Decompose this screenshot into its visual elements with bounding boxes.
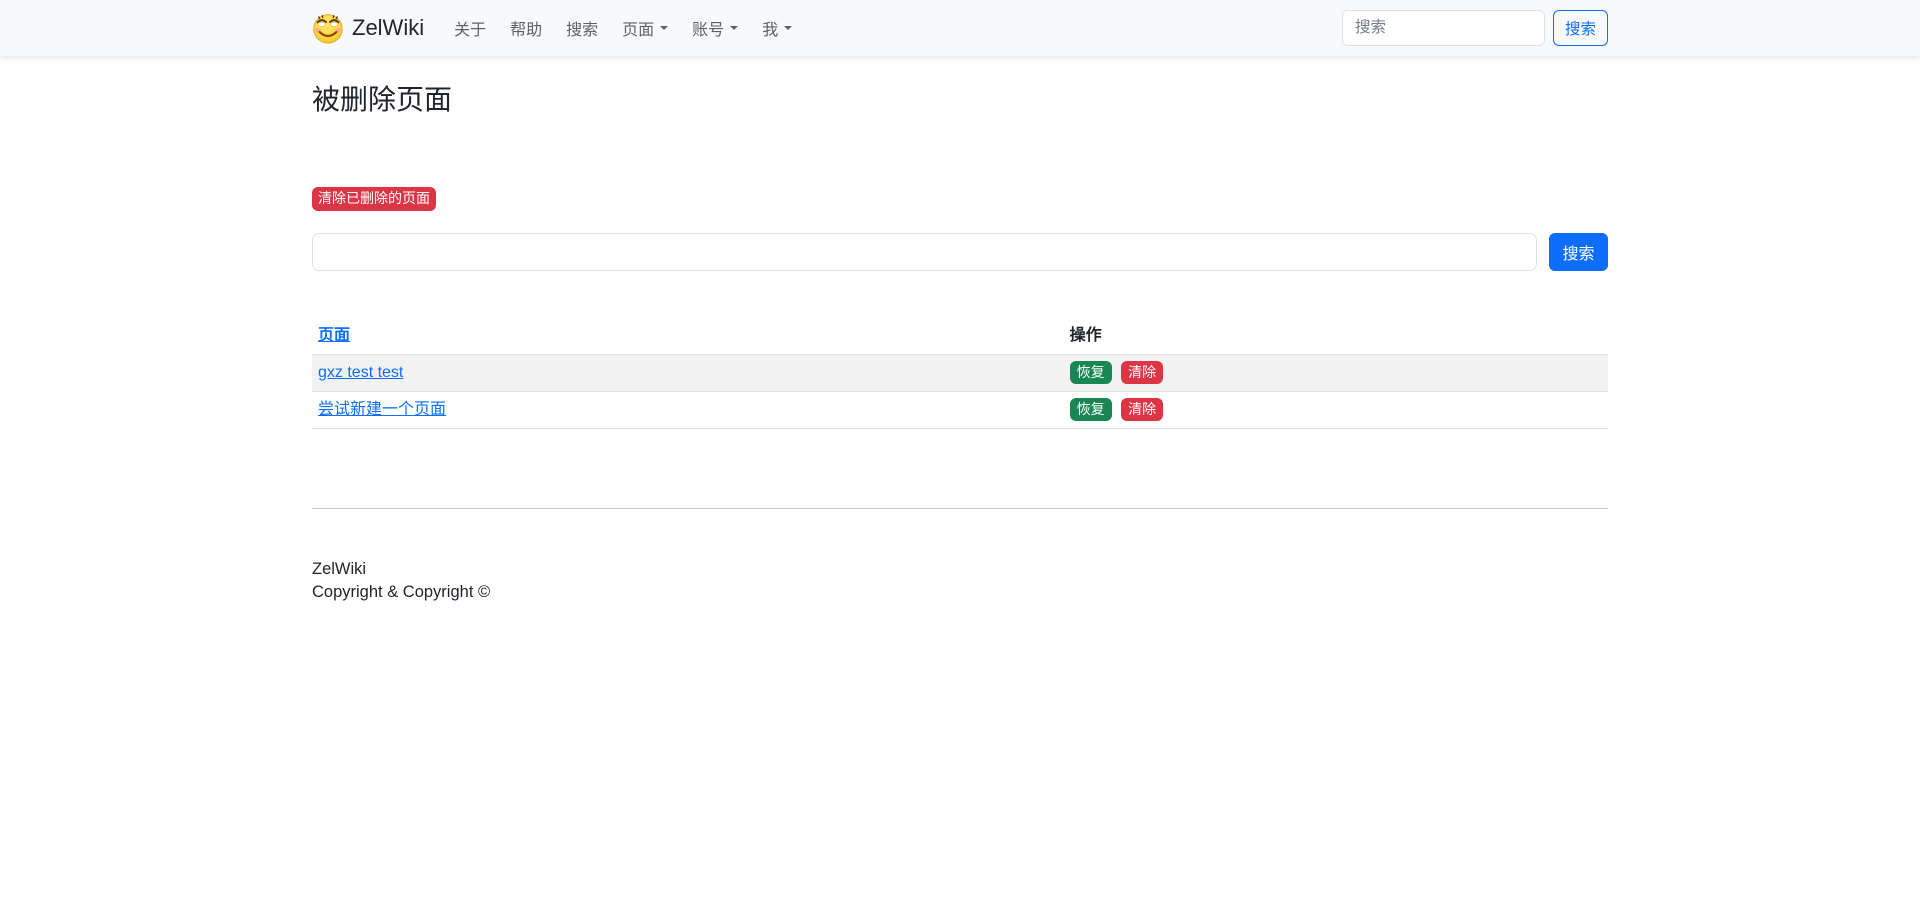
purge-all-deleted-pages-button[interactable]: 清除已删除的页面 bbox=[312, 187, 436, 211]
deleted-page-link[interactable]: 尝试新建一个页面 bbox=[318, 401, 446, 418]
footer-divider bbox=[312, 508, 1608, 509]
footer: ZelWiki Copyright & Copyright © bbox=[312, 558, 1608, 606]
navbar: ZelWiki 关于 帮助 搜索 页面 账号 我 搜索 bbox=[0, 0, 1920, 56]
nav-item-search[interactable]: 搜索 bbox=[558, 8, 606, 48]
footer-brand: ZelWiki bbox=[312, 558, 1608, 582]
brand-link[interactable]: ZelWiki bbox=[312, 12, 424, 44]
page-search-input[interactable] bbox=[312, 233, 1537, 271]
smiley-logo-icon bbox=[312, 12, 344, 44]
nav-item-help[interactable]: 帮助 bbox=[502, 8, 550, 48]
chevron-down-icon bbox=[730, 26, 738, 30]
sort-by-page-link[interactable]: 页面 bbox=[318, 327, 350, 344]
nav-item-about[interactable]: 关于 bbox=[446, 8, 494, 48]
navbar-search-button[interactable]: 搜索 bbox=[1553, 10, 1608, 46]
brand-name: ZelWiki bbox=[352, 15, 424, 41]
actions-column-header: 操作 bbox=[1064, 318, 1608, 355]
table-row: 尝试新建一个页面 恢复 清除 bbox=[312, 391, 1608, 428]
page-search-form: 搜索 bbox=[312, 233, 1608, 271]
page-title: 被删除页面 bbox=[312, 82, 1608, 117]
deleted-page-link[interactable]: gxz test test bbox=[318, 364, 403, 381]
main-content: 被删除页面 清除已删除的页面 搜索 页面 操作 gxz test test 恢复… bbox=[300, 82, 1620, 605]
restore-button[interactable]: 恢复 bbox=[1070, 361, 1112, 385]
chevron-down-icon bbox=[784, 26, 792, 30]
page-search-button[interactable]: 搜索 bbox=[1549, 233, 1608, 271]
table-row: gxz test test 恢复 清除 bbox=[312, 354, 1608, 391]
purge-button[interactable]: 清除 bbox=[1121, 398, 1163, 422]
chevron-down-icon bbox=[660, 26, 668, 30]
navbar-search-form: 搜索 bbox=[1342, 10, 1608, 46]
table-header-row: 页面 操作 bbox=[312, 318, 1608, 355]
navbar-search-input[interactable] bbox=[1342, 10, 1545, 46]
footer-copyright: Copyright & Copyright © bbox=[312, 581, 1608, 605]
deleted-pages-table: 页面 操作 gxz test test 恢复 清除 尝试新建一个页面 恢复 清除 bbox=[312, 318, 1608, 429]
restore-button[interactable]: 恢复 bbox=[1070, 398, 1112, 422]
nav-item-pages-dropdown[interactable]: 页面 bbox=[614, 8, 676, 48]
nav-menu: 关于 帮助 搜索 页面 账号 我 bbox=[442, 8, 804, 48]
nav-item-me-dropdown[interactable]: 我 bbox=[754, 8, 800, 48]
nav-item-account-dropdown[interactable]: 账号 bbox=[684, 8, 746, 48]
purge-button[interactable]: 清除 bbox=[1121, 361, 1163, 385]
